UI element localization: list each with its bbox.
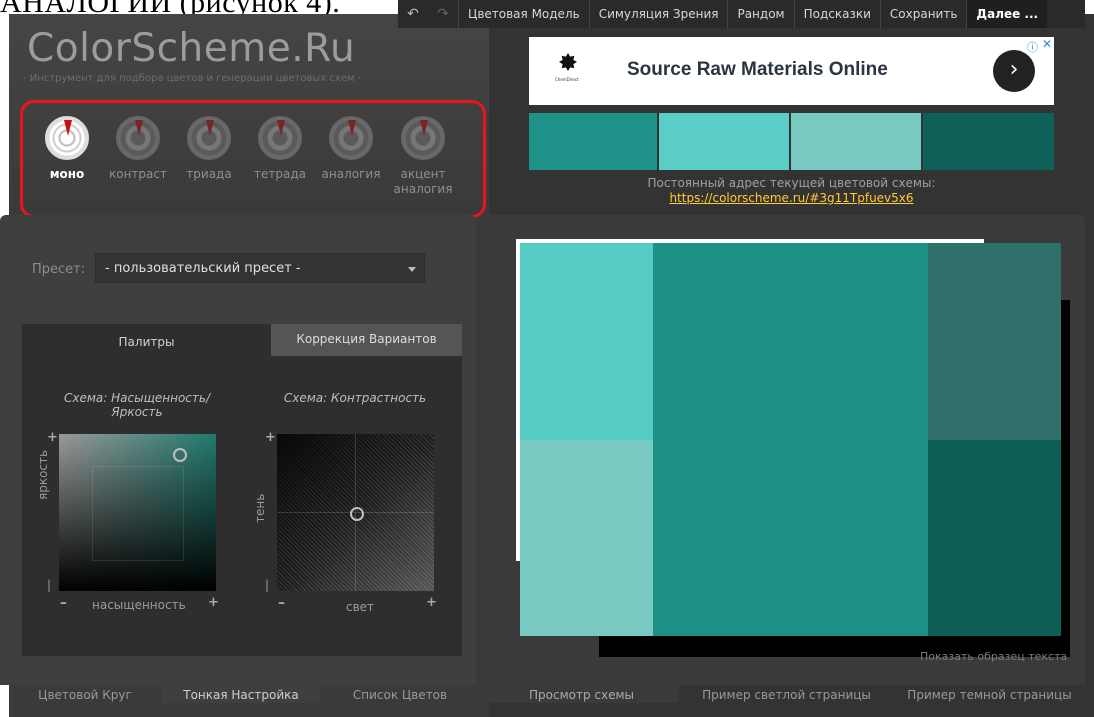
scheme-label: акцент аналогия [393,167,453,196]
color-wheel-icon [258,116,302,160]
scheme-contrast-title: Схема: Контрастность [283,391,427,405]
preview-dark-top[interactable] [928,243,1061,440]
nav-more[interactable]: Далее ... [966,0,1048,28]
preview-light-top[interactable] [520,243,653,440]
nav-color-model[interactable]: Цветовая Модель [458,0,589,28]
scheme-bright-title: Схема: Насыщенность/Яркость [64,391,210,419]
palette-swatch-2[interactable] [659,113,789,170]
preview-dark-bottom[interactable] [928,440,1061,636]
preview-light-bottom[interactable] [520,440,653,636]
chevron-right-icon[interactable]: › [993,50,1035,92]
nav-hints[interactable]: Подсказки [793,0,880,28]
tab-light-page[interactable]: Пример светлой страницы [684,685,889,703]
y-axis-minus: | [265,578,270,592]
tab-color-wheel[interactable]: Цветовой Круг [15,685,155,703]
scheme-label: триада [186,167,232,181]
tab-color-list[interactable]: Список Цветов [325,685,475,703]
scheme-preview [520,243,1061,636]
ad-logo-text: ChemDirect [555,77,579,82]
scheme-mono[interactable]: моно [35,116,99,182]
inner-tabs: Палитры Коррекция Вариантов [22,324,462,356]
scheme-label: моно [49,167,85,181]
nav-random[interactable]: Рандом [727,0,793,28]
color-wheel-icon [116,116,160,160]
saturation-brightness-picker[interactable] [59,434,216,591]
preset-select[interactable]: - пользовательский пресет - [95,253,425,283]
y-axis-minus: | [47,578,52,592]
x-axis-label: свет [346,600,375,614]
color-wheel-icon [45,116,89,160]
advertisement-banner[interactable]: ChemDirect Source Raw Materials Online ›… [529,37,1054,105]
show-sample-text-link[interactable]: Показать образец текста [920,650,1067,663]
tab-scheme-preview[interactable]: Просмотр схемы [484,685,679,703]
saturation-brightness-handle[interactable] [173,448,187,462]
scheme-contrast[interactable]: контраст [106,116,170,182]
gear-icon [559,53,577,71]
nav-vision-simulation[interactable]: Симуляция Зрения [588,0,728,28]
tab-dark-page[interactable]: Пример темной страницы [894,685,1085,703]
contrast-picker[interactable] [277,434,434,591]
scheme-analogy[interactable]: аналогия [319,116,383,182]
plus-icon: + [208,595,219,610]
tab-palettes[interactable]: Палитры [22,324,271,356]
plus-icon: + [265,430,276,445]
permalink-label: Постоянный адрес текущей цветовой схемы: [647,176,936,190]
info-icon[interactable]: ⓘ [1027,39,1038,55]
scheme-label: аналогия [321,167,381,181]
scheme-tetrad[interactable]: тетрада [248,116,312,182]
plus-icon: + [47,430,58,445]
x-axis-label: насыщенность [92,598,186,612]
minus-icon: – [60,595,67,611]
nav-save[interactable]: Сохранить [879,0,967,28]
preview-main[interactable] [653,243,928,636]
minus-icon: – [278,595,285,611]
chevron-down-icon [408,267,416,272]
palette-swatch-4[interactable] [923,113,1054,170]
top-nav: ↶ ↷ Цветовая Модель Симуляция Зрения Ран… [398,0,1085,28]
palette-swatch-1[interactable] [529,113,657,170]
contrast-handle[interactable] [350,507,364,521]
scheme-triad[interactable]: триада [177,116,241,182]
color-wheel-icon [187,116,231,160]
color-wheel-icon [329,116,373,160]
tab-fine-tuning[interactable]: Тонкая Настройка [162,685,320,703]
right-bottom-tabs: Просмотр схемы Пример светлой страницы П… [484,685,1085,703]
redo-icon[interactable]: ↷ [428,6,458,22]
color-wheel-icon [401,116,445,160]
preset-label: Пресет: [32,262,86,277]
permalink-url[interactable]: https://colorscheme.ru/#3g11Tpfuev5x6 [529,191,1054,205]
preset-value: - пользовательский пресет - [105,261,301,276]
y-axis-label: тень [253,493,267,523]
y-axis-label: яркость [36,449,50,500]
close-icon[interactable]: ✕ [1042,37,1052,51]
site-tagline: - Инструмент для подбора цветов и генера… [23,73,362,84]
site-logo[interactable]: ColorScheme.Ru [27,26,355,71]
undo-icon[interactable]: ↶ [398,6,428,22]
palette-swatch-3[interactable] [791,113,921,170]
scheme-accent-analogy[interactable]: акцент аналогия [388,116,458,197]
left-bottom-tabs: Цветовой Круг Тонкая Настройка Список Цв… [0,685,476,703]
plus-icon: + [426,595,437,610]
ad-headline[interactable]: Source Raw Materials Online [627,59,888,81]
tab-variant-correction[interactable]: Коррекция Вариантов [271,324,462,356]
scheme-label: тетрада [254,167,306,181]
scheme-label: контраст [109,167,167,181]
